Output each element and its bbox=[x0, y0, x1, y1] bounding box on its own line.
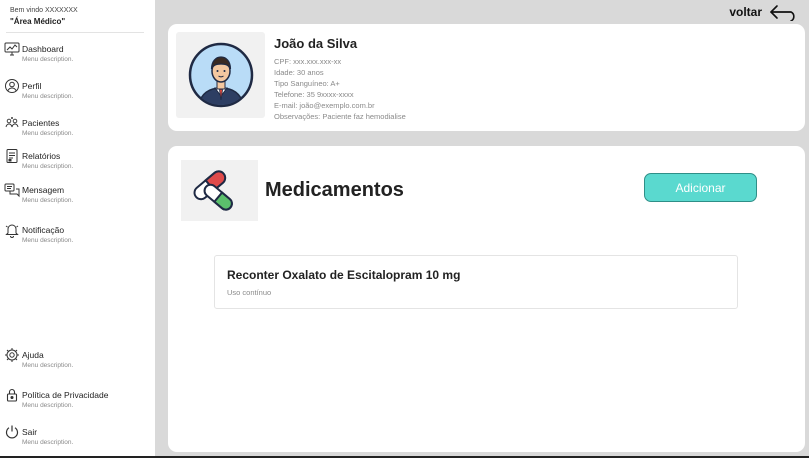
sidebar-item-label: Mensagem bbox=[22, 185, 65, 195]
sidebar-item-label: Pacientes bbox=[22, 118, 60, 128]
sidebar-item-label: Dashboard bbox=[22, 44, 64, 54]
welcome-text: Bem vindo XXXXXXX bbox=[10, 7, 78, 14]
power-icon bbox=[4, 424, 20, 440]
lock-icon bbox=[4, 387, 20, 403]
patient-email: E-mail: joão@exemplo.com.br bbox=[274, 101, 375, 110]
medication-name: Reconter Oxalato de Escitalopram 10 mg bbox=[227, 268, 461, 282]
patient-notes: Observações: Paciente faz hemodialise bbox=[274, 112, 406, 121]
sidebar-item-desc: Menu description. bbox=[22, 362, 74, 369]
add-medication-button[interactable]: Adicionar bbox=[644, 173, 757, 202]
sidebar-item-perfil[interactable]: Perfil Menu description. bbox=[4, 78, 152, 108]
medication-item[interactable]: Reconter Oxalato de Escitalopram 10 mg U… bbox=[214, 255, 738, 309]
sidebar-item-label: Ajuda bbox=[22, 350, 44, 360]
patient-blood-type: Tipo Sanguíneo: A+ bbox=[274, 79, 340, 88]
sidebar-item-desc: Menu description. bbox=[22, 56, 74, 63]
medications-panel: Medicamentos Adicionar Reconter Oxalato … bbox=[168, 146, 805, 452]
sidebar-divider bbox=[6, 32, 144, 33]
report-icon bbox=[4, 148, 20, 164]
sidebar-item-desc: Menu description. bbox=[22, 130, 74, 137]
sidebar-item-dashboard[interactable]: Dashboard Menu description. bbox=[4, 41, 152, 71]
patient-card: João da Silva CPF: xxx.xxx.xxx-xx Idade:… bbox=[168, 24, 805, 131]
sidebar-item-privacidade[interactable]: Política de Privacidade Menu description… bbox=[4, 387, 152, 417]
sidebar-item-relatorios[interactable]: Relatórios Menu description. bbox=[4, 148, 152, 178]
dashboard-icon bbox=[4, 41, 20, 57]
patient-age: Idade: 30 anos bbox=[274, 68, 324, 77]
user-icon bbox=[4, 78, 20, 94]
sidebar-item-label: Sair bbox=[22, 427, 38, 437]
message-icon bbox=[4, 182, 20, 198]
patients-icon bbox=[4, 115, 20, 131]
sidebar-item-desc: Menu description. bbox=[22, 439, 74, 446]
area-title: "Área Médico" bbox=[10, 17, 66, 26]
sidebar-item-pacientes[interactable]: Pacientes Menu description. bbox=[4, 115, 152, 145]
pills-icon bbox=[193, 170, 233, 211]
medication-note: Uso contínuo bbox=[227, 288, 272, 297]
sidebar-item-mensagem[interactable]: Mensagem Menu description. bbox=[4, 182, 152, 212]
sidebar-item-label: Perfil bbox=[22, 81, 42, 91]
sidebar-item-desc: Menu description. bbox=[22, 402, 74, 409]
sidebar-item-label: Notificação bbox=[22, 225, 65, 235]
sidebar-item-label: Relatórios bbox=[22, 151, 61, 161]
bell-icon bbox=[4, 222, 20, 238]
doctor-avatar-icon bbox=[188, 42, 254, 108]
sidebar-item-desc: Menu description. bbox=[22, 237, 74, 244]
back-arrow-icon bbox=[770, 5, 795, 21]
patient-name: João da Silva bbox=[274, 36, 358, 51]
sidebar: Bem vindo XXXXXXX "Área Médico" Dashboar… bbox=[0, 0, 155, 456]
sidebar-item-desc: Menu description. bbox=[22, 93, 74, 100]
medications-title: Medicamentos bbox=[265, 179, 404, 201]
pills-image bbox=[181, 160, 258, 221]
patient-cpf: CPF: xxx.xxx.xxx-xx bbox=[274, 57, 342, 66]
sidebar-item-label: Política de Privacidade bbox=[22, 390, 109, 400]
help-icon bbox=[4, 347, 20, 363]
back-button[interactable]: voltar bbox=[729, 2, 799, 22]
patient-phone: Telefone: 35 9xxxx-xxxx bbox=[274, 90, 354, 99]
sidebar-item-sair[interactable]: Sair Menu description. bbox=[4, 424, 152, 454]
sidebar-item-desc: Menu description. bbox=[22, 197, 74, 204]
sidebar-item-ajuda[interactable]: Ajuda Menu description. bbox=[4, 347, 152, 377]
sidebar-item-notificacao[interactable]: Notificação Menu description. bbox=[4, 222, 152, 252]
sidebar-item-desc: Menu description. bbox=[22, 163, 74, 170]
avatar bbox=[176, 32, 265, 118]
back-label: voltar bbox=[729, 5, 762, 19]
